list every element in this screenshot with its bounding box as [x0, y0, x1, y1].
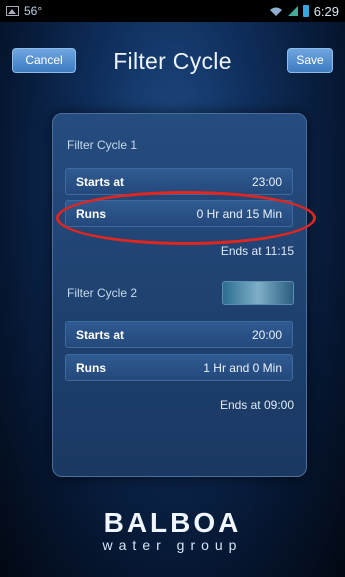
filter-cycle-2-starts-row[interactable]: Starts at 20:00 — [65, 321, 293, 348]
runs-label: Runs — [76, 360, 106, 375]
save-button[interactable]: Save — [287, 48, 333, 73]
filter-cycle-panel: Filter Cycle 1 Starts at 23:00 Runs 0 Hr… — [52, 113, 307, 477]
filter-cycle-2-title: Filter Cycle 2 — [67, 286, 138, 300]
filter-cycle-2-ends: Ends at 09:00 — [219, 398, 294, 412]
picture-icon — [6, 6, 19, 16]
filter-cycle-1-title: Filter Cycle 1 — [67, 138, 138, 152]
filter-cycle-2-toggle[interactable] — [222, 281, 294, 305]
filter-cycle-2-runs-row[interactable]: Runs 1 Hr and 0 Min — [65, 354, 293, 381]
status-left: 56° — [6, 4, 42, 18]
status-bar: 56° 6:29 — [0, 0, 345, 22]
signal-icon — [287, 6, 298, 16]
starts-label: Starts at — [76, 327, 125, 342]
runs-value: 1 Hr and 0 Min — [203, 360, 282, 375]
runs-value: 0 Hr and 15 Min — [196, 206, 282, 221]
temperature-readout: 56° — [24, 4, 43, 18]
filter-cycle-1-runs-row[interactable]: Runs 0 Hr and 15 Min — [65, 200, 293, 227]
logo-name: BALBOA — [103, 507, 242, 538]
filter-cycle-1-ends: Ends at 11:15 — [220, 244, 294, 258]
wifi-icon — [269, 7, 282, 16]
starts-value: 20:00 — [251, 327, 282, 342]
status-right: 6:29 — [269, 4, 339, 19]
header: Cancel Filter Cycle Save — [0, 40, 345, 80]
starts-label: Starts at — [76, 174, 125, 189]
battery-icon — [302, 5, 309, 17]
starts-value: 23:00 — [251, 174, 282, 189]
status-time: 6:29 — [313, 3, 339, 19]
logo-tagline: water group — [102, 537, 243, 553]
filter-cycle-1-starts-row[interactable]: Starts at 23:00 — [65, 168, 293, 195]
balboa-logo: BALBOA water group — [0, 507, 345, 553]
runs-label: Runs — [76, 206, 106, 221]
